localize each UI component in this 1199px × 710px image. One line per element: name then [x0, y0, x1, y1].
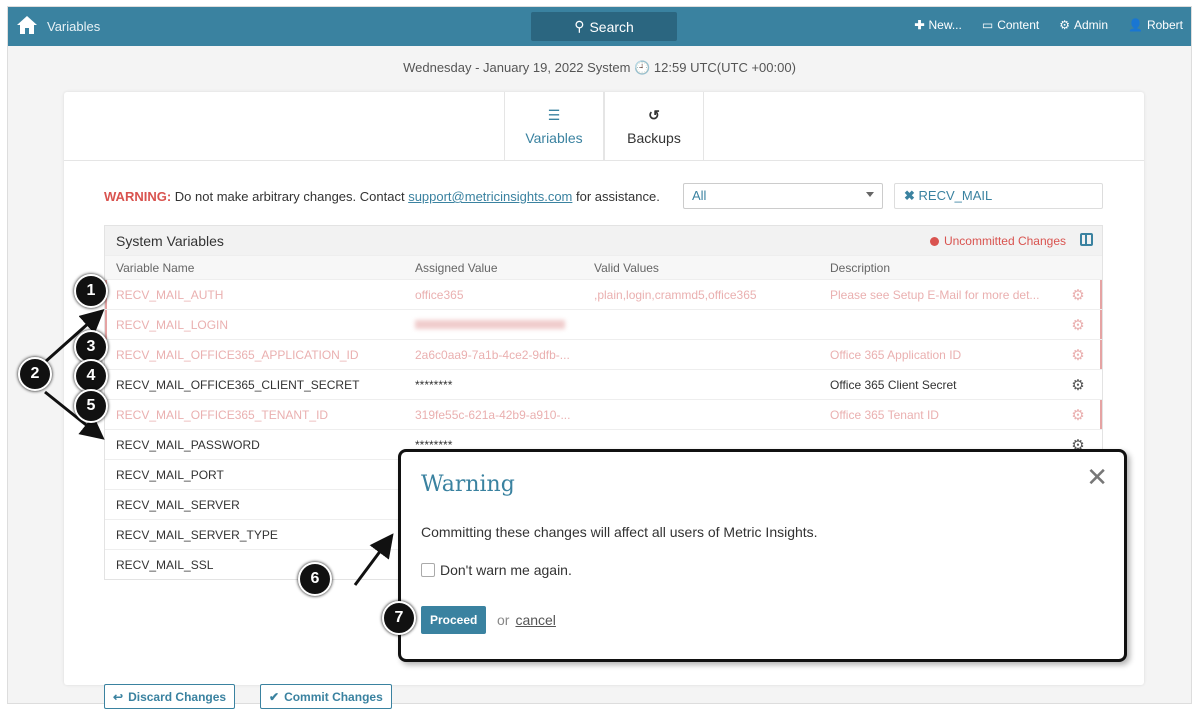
- annotation-arrows: [44, 309, 394, 586]
- annotation-badge: 1: [74, 274, 108, 308]
- annotation-badge: 6: [298, 562, 332, 596]
- annotation-badge: 2: [18, 357, 52, 391]
- annotation-badge: 7: [382, 601, 416, 635]
- annotation-badge: 4: [74, 359, 108, 393]
- annotation-badge: 5: [74, 389, 108, 423]
